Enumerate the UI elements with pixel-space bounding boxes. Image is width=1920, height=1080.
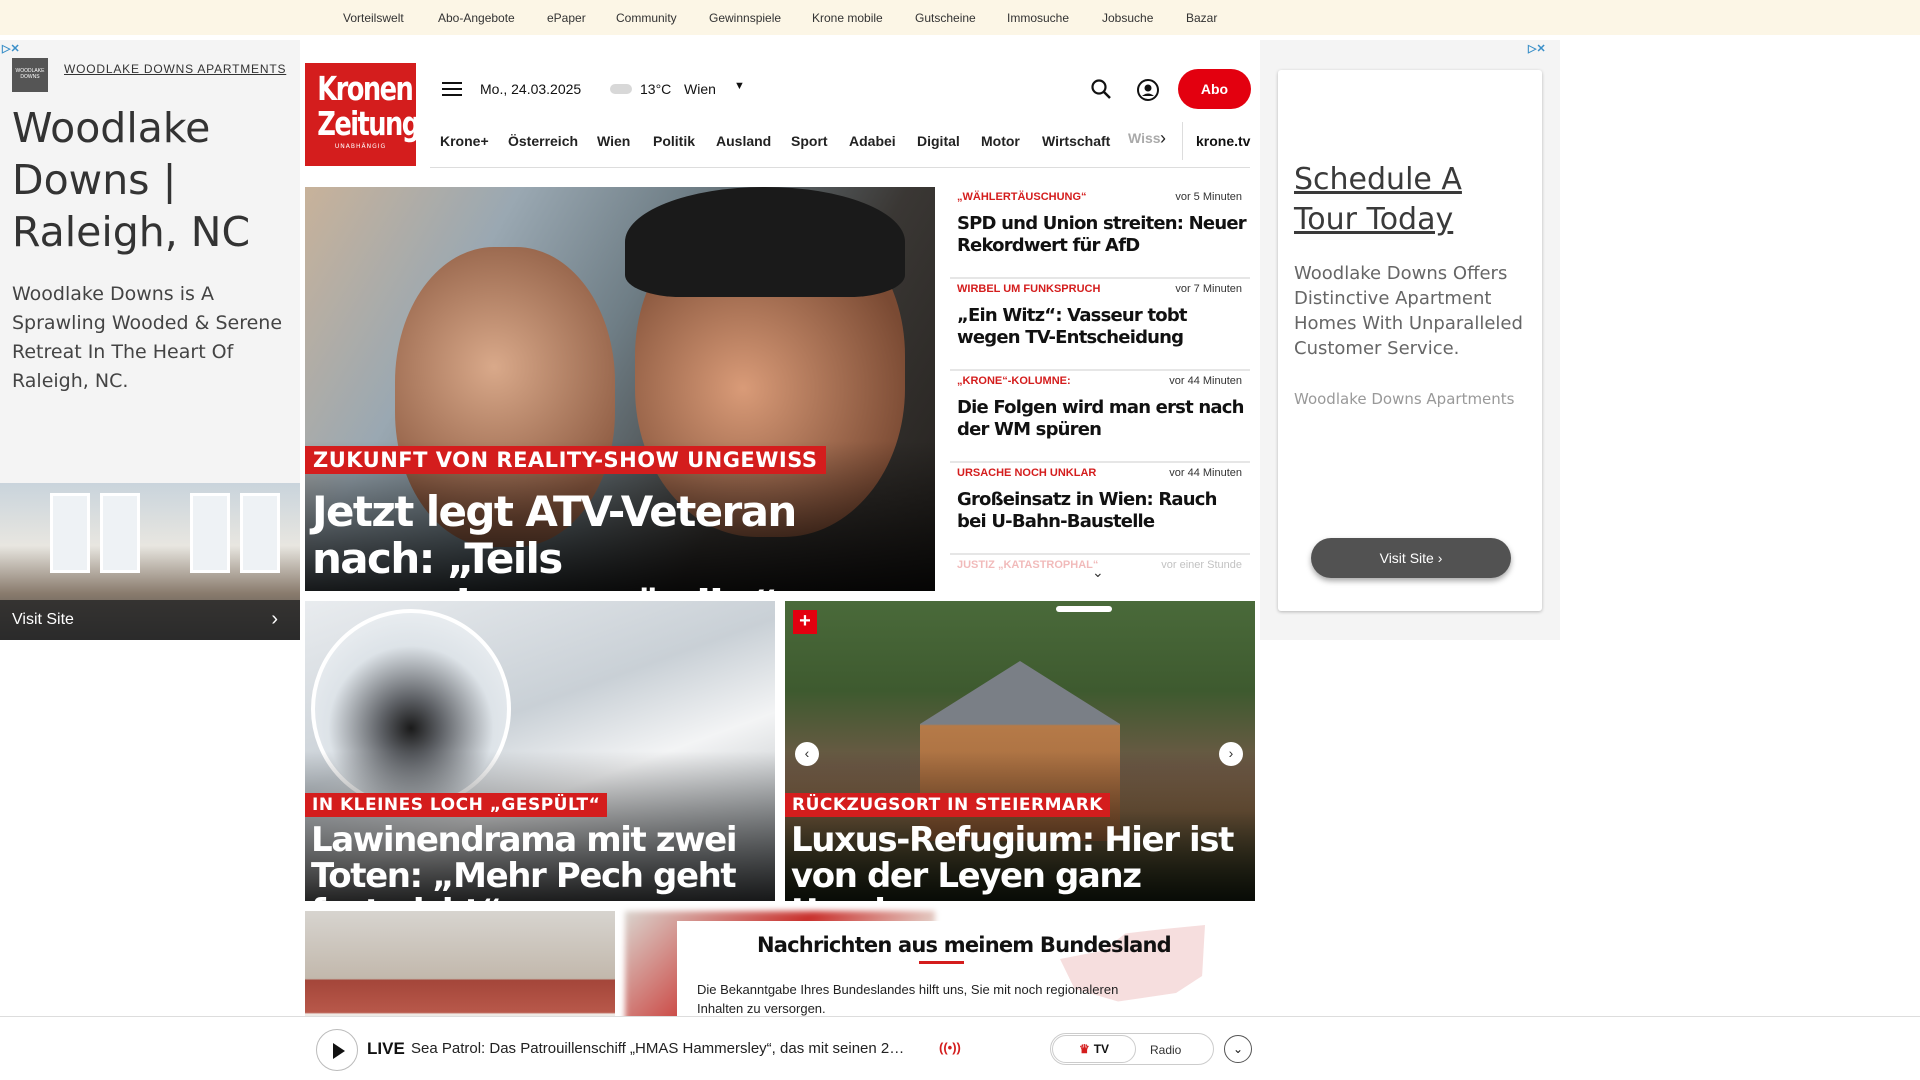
ticker-kicker: JUSTIZ „KATASTROPHAL“ bbox=[957, 559, 1099, 571]
ticker-headline[interactable]: Die Folgen wird man erst nach der WM spü… bbox=[957, 397, 1247, 441]
abo-button[interactable]: Abo bbox=[1178, 69, 1251, 109]
live-label: LIVE bbox=[367, 1039, 405, 1058]
bundesland-text: Die Bekanntgabe Ihres Bundeslandes hilft… bbox=[697, 982, 1119, 1016]
ad-brand-name[interactable]: WOODLAKE DOWNS APARTMENTS bbox=[64, 62, 286, 76]
topbar-link-vorteilswelt[interactable]: Vorteilswelt bbox=[343, 11, 404, 25]
ticker-item[interactable]: „WÄHLERTÄUSCHUNG“ vor 5 Minuten SPD und … bbox=[950, 187, 1250, 279]
ad-headline[interactable]: Schedule A Tour Today bbox=[1294, 160, 1534, 240]
header-date: Mo., 24.03.2025 bbox=[480, 81, 582, 97]
chevron-right-icon[interactable]: › bbox=[1160, 128, 1166, 149]
ad-visit-site-button[interactable]: Visit Site › bbox=[1311, 538, 1511, 578]
chevron-right-icon: › bbox=[271, 608, 278, 630]
ad-body-text: Woodlake Downs Offers Distinctive Apartm… bbox=[1294, 263, 1523, 359]
ad-brand-logo: WOODLAKE DOWNS bbox=[12, 58, 48, 92]
nav-item-sport[interactable]: Sport bbox=[791, 133, 828, 149]
ticker-kicker: WIRBEL UM FUNKSPRUCH bbox=[957, 283, 1101, 295]
left-advertisement[interactable]: ▷✕ WOODLAKE DOWNS WOODLAKE DOWNS APARTME… bbox=[0, 40, 300, 640]
carousel-indicator[interactable] bbox=[1056, 606, 1112, 612]
ticker-kicker: „WÄHLERTÄUSCHUNG“ bbox=[957, 191, 1087, 203]
bundesland-title: Nachrichten aus meinem Bundesland bbox=[757, 933, 1172, 957]
ad-card: Schedule A Tour Today Woodlake Downs Off… bbox=[1278, 70, 1542, 611]
ad-visit-site-label: Visit Site bbox=[1379, 550, 1434, 566]
header-temperature: 13°C bbox=[640, 81, 672, 97]
topbar-link-community[interactable]: Community bbox=[616, 11, 677, 25]
ticker-headline[interactable]: Großeinsatz in Wien: Rauch bei U-Bahn-Ba… bbox=[957, 489, 1247, 533]
nav-item-wien[interactable]: Wien bbox=[597, 133, 630, 149]
logo-line-1: Kronen bbox=[317, 69, 414, 108]
hamburger-menu-icon[interactable] bbox=[442, 82, 462, 96]
ad-brand-name: Woodlake Downs Apartments bbox=[1294, 390, 1515, 408]
chevron-down-icon[interactable]: ⌄ bbox=[1224, 1035, 1252, 1063]
crown-icon: ♛ bbox=[1078, 1042, 1090, 1056]
ticker-kicker: URSACHE NOCH UNKLAR bbox=[957, 467, 1097, 479]
ad-headline[interactable]: Woodlake Downs | Raleigh, NC bbox=[12, 102, 292, 258]
nav-item-digital[interactable]: Digital bbox=[917, 133, 960, 149]
kronen-zeitung-logo[interactable]: Kronen Zeitung UNABHÄNGIG bbox=[305, 63, 420, 166]
ticker-headline[interactable]: SPD und Union streiten: Neuer Rekordwert… bbox=[957, 213, 1247, 257]
ticker-item[interactable]: „KRONE“-KOLUMNE: vor 44 Minuten Die Folg… bbox=[950, 371, 1250, 463]
carousel-next-button[interactable]: › bbox=[1219, 742, 1243, 766]
chevron-down-icon[interactable]: ⌄ bbox=[1092, 564, 1104, 581]
news-ticker: „WÄHLERTÄUSCHUNG“ vor 5 Minuten SPD und … bbox=[950, 187, 1250, 587]
logo-tagline: UNABHÄNGIG bbox=[334, 143, 387, 150]
topbar-link-immosuche[interactable]: Immosuche bbox=[1007, 11, 1069, 25]
play-icon[interactable] bbox=[316, 1029, 358, 1071]
adchoices-icon[interactable]: ▷✕ bbox=[1528, 42, 1546, 55]
right-advertisement[interactable]: ▷✕ Schedule A Tour Today Woodlake Downs … bbox=[1260, 40, 1560, 640]
topbar-link-krone-mobile[interactable]: Krone mobile bbox=[812, 11, 883, 25]
nav-item-motor[interactable]: Motor bbox=[981, 133, 1020, 149]
ticker-time: vor 44 Minuten bbox=[1169, 375, 1242, 387]
nav-divider bbox=[1182, 122, 1183, 160]
topbar-link-jobsuche[interactable]: Jobsuche bbox=[1102, 11, 1153, 25]
top-utility-bar: Vorteilswelt Abo-Angebote ePaper Communi… bbox=[0, 0, 1920, 35]
nav-item-truncated[interactable]: Wiss bbox=[1128, 130, 1161, 146]
search-icon[interactable] bbox=[1090, 78, 1112, 100]
carousel-prev-button[interactable]: ‹ bbox=[795, 742, 819, 766]
ticker-time: vor 44 Minuten bbox=[1169, 467, 1242, 479]
ticker-time: vor 5 Minuten bbox=[1175, 191, 1242, 203]
card-kicker[interactable]: IN KLEINES LOCH „GESPÜLT“ bbox=[305, 793, 608, 817]
ad-body-text: Woodlake Downs is A Sprawling Wooded & S… bbox=[12, 283, 283, 392]
ticker-item[interactable]: URSACHE NOCH UNKLAR vor 44 Minuten Große… bbox=[950, 463, 1250, 555]
nav-item-ausland[interactable]: Ausland bbox=[716, 133, 771, 149]
ad-visit-site-button[interactable]: Visit Site › bbox=[0, 600, 300, 640]
location-selector[interactable]: Wien bbox=[684, 81, 716, 97]
caret-down-icon[interactable]: ▼ bbox=[734, 80, 745, 92]
hero-kicker[interactable]: ZUKUNFT VON REALITY-SHOW UNGEWISS bbox=[305, 446, 826, 474]
topbar-link-gewinnspiele[interactable]: Gewinnspiele bbox=[709, 11, 781, 25]
ad-visit-site-label: Visit Site bbox=[12, 611, 74, 628]
adchoices-icon[interactable]: ▷✕ bbox=[2, 42, 20, 55]
nav-item-krone-plus[interactable]: Krone+ bbox=[440, 133, 489, 149]
broadcast-icon: ((•)) bbox=[939, 1040, 961, 1055]
topbar-link-gutscheine[interactable]: Gutscheine bbox=[915, 11, 976, 25]
radio-toggle-button[interactable]: Radio bbox=[1150, 1043, 1181, 1057]
topbar-link-bazar[interactable]: Bazar bbox=[1186, 11, 1217, 25]
nav-item-krone-tv[interactable]: krone.tv bbox=[1196, 133, 1250, 149]
ticker-item[interactable]: WIRBEL UM FUNKSPRUCH vor 7 Minuten „Ein … bbox=[950, 279, 1250, 371]
topbar-link-epaper[interactable]: ePaper bbox=[547, 11, 586, 25]
user-account-icon[interactable] bbox=[1136, 78, 1160, 102]
ticker-kicker: „KRONE“-KOLUMNE: bbox=[957, 375, 1071, 387]
nav-item-adabei[interactable]: Adabei bbox=[849, 133, 896, 149]
nav-item-politik[interactable]: Politik bbox=[653, 133, 695, 149]
tv-toggle-button[interactable]: ♛ TV bbox=[1052, 1035, 1136, 1063]
ticker-time: vor einer Stunde bbox=[1161, 559, 1242, 571]
live-program-title[interactable]: Sea Patrol: Das Patrouillenschiff „HMAS … bbox=[411, 1040, 931, 1057]
ticker-headline[interactable]: „Ein Witz“: Vasseur tobt wegen TV-Entsch… bbox=[957, 305, 1247, 349]
nav-item-oesterreich[interactable]: Österreich bbox=[508, 133, 578, 149]
logo-line-2: Zeitung bbox=[317, 104, 420, 143]
ticker-time: vor 7 Minuten bbox=[1175, 283, 1242, 295]
card-kicker[interactable]: RÜCKZUGSORT IN STEIERMARK bbox=[785, 793, 1110, 817]
chevron-right-icon: › bbox=[1437, 550, 1443, 566]
tv-label: TV bbox=[1093, 1042, 1110, 1056]
topbar-link-abo-angebote[interactable]: Abo-Angebote bbox=[438, 11, 515, 25]
title-underline bbox=[919, 961, 964, 964]
nav-item-wirtschaft[interactable]: Wirtschaft bbox=[1042, 133, 1110, 149]
krone-plus-badge-icon: + bbox=[793, 610, 817, 634]
cloud-icon bbox=[610, 84, 632, 94]
